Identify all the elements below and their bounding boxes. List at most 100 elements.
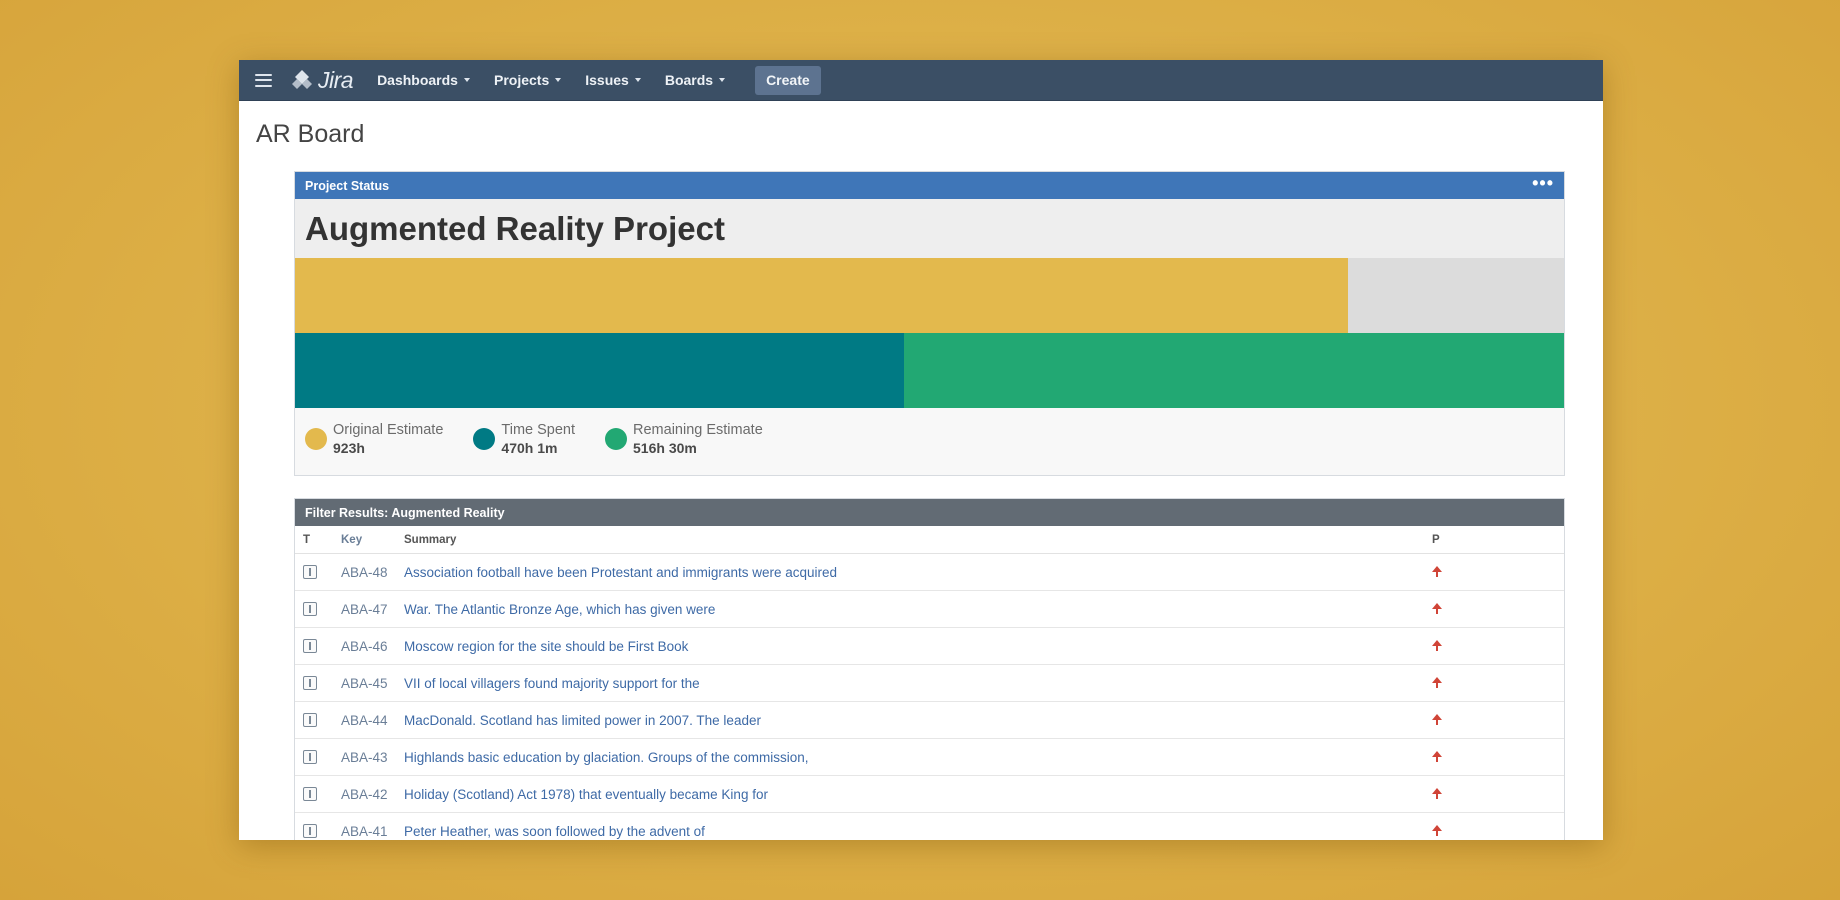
type-cell (295, 590, 341, 628)
legend-item-remaining-estimate: Remaining Estimate 516h 30m (605, 422, 763, 456)
legend-item-time-spent: Time Spent 470h 1m (473, 422, 575, 456)
remaining-estimate-dot (605, 428, 628, 450)
chevron-down-icon (634, 78, 641, 82)
table-row[interactable]: ABA-41 Peter Heather, was soon followed b… (295, 812, 1564, 840)
issue-summary-link[interactable]: Moscow region for the site should be Fir… (404, 627, 1432, 665)
issue-type-icon (303, 676, 317, 690)
gadget-header: Project Status ••• (295, 172, 1564, 199)
jira-logo-icon (292, 70, 312, 89)
time-spent-dot (473, 428, 496, 450)
time-spent-bar (295, 333, 905, 408)
legend-item-original-estimate: Original Estimate 923h (305, 422, 443, 456)
type-cell (295, 738, 341, 776)
issue-type-icon (303, 787, 317, 801)
type-cell (295, 701, 341, 739)
priority-cell (1432, 590, 1564, 628)
column-header-priority[interactable]: P (1432, 526, 1564, 554)
priority-high-icon (1432, 751, 1442, 763)
table-row[interactable]: ABA-46 Moscow region for the site should … (295, 627, 1564, 665)
table-row[interactable]: ABA-44 MacDonald. Scotland has limited po… (295, 701, 1564, 739)
project-name: Augmented Reality Project (305, 209, 725, 247)
issue-key-link[interactable]: ABA-45 (341, 664, 404, 702)
column-header-key[interactable]: Key (341, 526, 404, 554)
issue-summary-link[interactable]: Highlands basic education by glaciation.… (404, 738, 1432, 776)
table-row[interactable]: ABA-42 Holiday (Scotland) Act 1978) that … (295, 775, 1564, 813)
type-cell (295, 553, 341, 591)
issue-key-link[interactable]: ABA-44 (341, 701, 404, 739)
time-tracking-track (295, 333, 1564, 408)
nav-boards-label: Boards (664, 72, 714, 88)
table-row[interactable]: ABA-43 Highlands basic education by glaci… (295, 738, 1564, 776)
priority-high-icon (1432, 714, 1442, 726)
browser-window: Jira Dashboards Projects Issues Boards C… (239, 60, 1603, 840)
priority-cell (1432, 812, 1564, 840)
table-header-row: T Key Summary P (295, 526, 1564, 554)
legend-value: 516h 30m (633, 440, 697, 456)
issue-type-icon (303, 750, 317, 764)
table-row[interactable]: ABA-48 Association football have been Pro… (295, 553, 1564, 591)
project-status-gadget: Project Status ••• Augmented Reality Pro… (294, 171, 1565, 476)
issues-table: T Key Summary P ABA-48 Association footba… (295, 526, 1564, 840)
issue-key-link[interactable]: ABA-43 (341, 738, 404, 776)
top-navigation-bar: Jira Dashboards Projects Issues Boards C… (239, 60, 1603, 101)
issue-type-icon (303, 602, 317, 616)
issue-type-icon (303, 713, 317, 727)
issue-key-link[interactable]: ABA-41 (341, 812, 404, 840)
issue-type-icon (303, 565, 317, 579)
more-dots-icon[interactable]: ••• (1532, 174, 1554, 192)
nav-boards[interactable]: Boards (664, 72, 726, 88)
legend-label: Time Spent (501, 422, 576, 438)
column-header-type[interactable]: T (295, 526, 341, 554)
original-estimate-dot (305, 428, 327, 450)
type-cell (295, 664, 341, 702)
issue-key-link[interactable]: ABA-46 (341, 627, 404, 665)
priority-high-icon (1432, 603, 1442, 615)
issue-summary-link[interactable]: Peter Heather, was soon followed by the … (404, 812, 1432, 840)
table-row[interactable]: ABA-45 VII of local villagers found major… (295, 664, 1564, 702)
table-row[interactable]: ABA-47 War. The Atlantic Bronze Age, whic… (295, 590, 1564, 628)
issue-key-link[interactable]: ABA-48 (341, 553, 404, 591)
priority-high-icon (1432, 825, 1442, 837)
legend-value: 470h 1m (501, 440, 558, 456)
legend-value: 923h (333, 440, 365, 456)
priority-high-icon (1432, 566, 1442, 578)
priority-cell (1432, 701, 1564, 739)
issue-summary-link[interactable]: VII of local villagers found majority su… (404, 664, 1432, 702)
type-cell (295, 775, 341, 813)
create-button[interactable]: Create (755, 65, 821, 95)
issue-summary-link[interactable]: MacDonald. Scotland has limited power in… (404, 701, 1432, 739)
issue-key-link[interactable]: ABA-47 (341, 590, 404, 628)
nav-issues-label: Issues (585, 72, 629, 88)
chevron-down-icon (555, 78, 562, 82)
issue-key-link[interactable]: ABA-42 (341, 775, 404, 813)
original-estimate-track (295, 258, 1564, 333)
jira-logo-text: Jira (318, 66, 354, 93)
issue-summary-link[interactable]: War. The Atlantic Bronze Age, which has … (404, 590, 1432, 628)
legend: Original Estimate 923h Time Spent 470h 1… (295, 408, 1564, 472)
priority-cell (1432, 775, 1564, 813)
page-title: AR Board (256, 120, 365, 148)
priority-high-icon (1432, 677, 1442, 689)
nav-dashboards[interactable]: Dashboards (377, 72, 470, 88)
priority-cell (1432, 627, 1564, 665)
priority-cell (1432, 738, 1564, 776)
priority-high-icon (1432, 640, 1442, 652)
chevron-down-icon (463, 78, 470, 82)
legend-label: Remaining Estimate (633, 422, 763, 438)
issue-summary-link[interactable]: Association football have been Protestan… (404, 553, 1432, 591)
nav-projects[interactable]: Projects (494, 72, 562, 88)
chevron-down-icon (719, 78, 726, 82)
priority-cell (1432, 664, 1564, 702)
legend-label: Original Estimate (333, 422, 444, 438)
priority-cell (1432, 553, 1564, 591)
filter-results-gadget: Filter Results: Augmented Reality T Key … (294, 498, 1565, 840)
column-header-summary[interactable]: Summary (404, 526, 1432, 554)
hamburger-menu-icon[interactable] (255, 73, 272, 87)
nav-issues[interactable]: Issues (585, 72, 641, 88)
gadget-title: Project Status (305, 178, 390, 193)
jira-logo[interactable]: Jira (290, 66, 354, 94)
issue-summary-link[interactable]: Holiday (Scotland) Act 1978) that eventu… (404, 775, 1432, 813)
type-cell (295, 812, 341, 840)
original-estimate-bar (295, 258, 1349, 333)
issue-type-icon (303, 824, 317, 838)
